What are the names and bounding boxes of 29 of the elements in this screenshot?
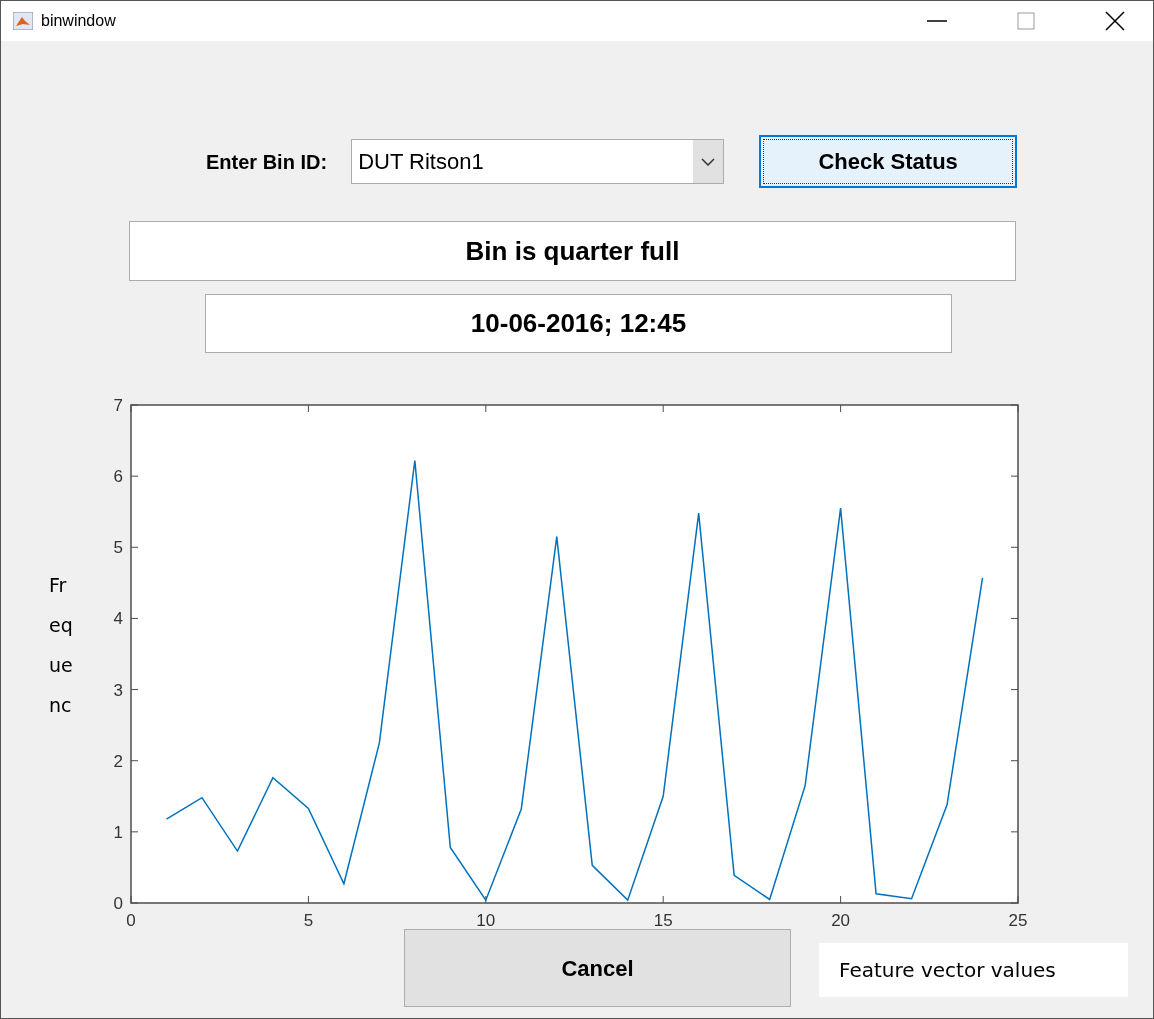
y-tick-label: 7	[113, 396, 123, 415]
x-tick-label: 25	[1008, 911, 1028, 930]
y-axis-label: eq	[49, 613, 74, 638]
y-tick-label: 3	[113, 680, 123, 700]
chevron-down-icon	[701, 157, 716, 166]
bin-id-dropdown[interactable]: DUT Ritson1	[351, 139, 725, 184]
caption-text: Feature vector values	[839, 957, 1056, 984]
x-tick-label: 20	[831, 911, 851, 930]
x-tick-label: 5	[303, 911, 314, 930]
y-tick-label: 1	[113, 822, 123, 842]
timestamp-display: 10-06-2016; 12:45	[205, 294, 952, 353]
y-axis-label: nc	[49, 693, 73, 715]
y-axis-label: ue	[49, 653, 74, 678]
bin-id-label: Enter Bin ID:	[206, 149, 328, 175]
y-tick-label: 0	[113, 894, 123, 913]
y-tick-label: 5	[113, 538, 123, 558]
check-status-button[interactable]: Check Status	[759, 135, 1018, 188]
status-display: Bin is quarter full	[129, 221, 1016, 281]
y-axis-label: Fr	[49, 573, 68, 598]
y-tick-label: 4	[113, 609, 123, 629]
y-tick-label: 6	[113, 467, 123, 487]
close-icon[interactable]	[1105, 11, 1125, 31]
x-tick-label: 0	[126, 911, 136, 930]
app-logo-icon	[13, 12, 33, 30]
x-tick-label: 15	[653, 911, 673, 930]
y-tick-label: 2	[113, 751, 123, 771]
window-title: binwindow	[41, 11, 116, 31]
x-tick-label: 10	[476, 911, 496, 930]
cancel-button[interactable]: Cancel	[404, 929, 791, 1007]
